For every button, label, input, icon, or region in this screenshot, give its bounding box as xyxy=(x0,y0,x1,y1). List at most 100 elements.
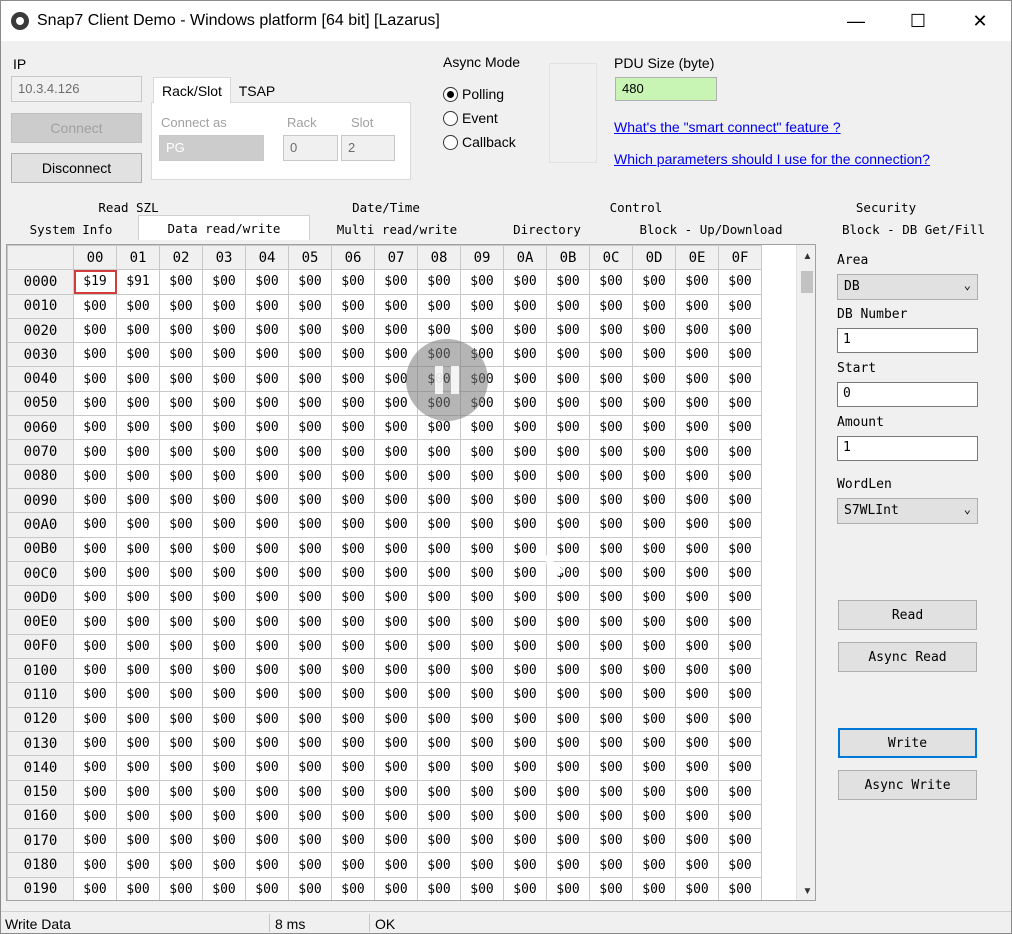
hex-cell[interactable]: $00 xyxy=(116,755,160,781)
area-select[interactable]: DB ⌄ xyxy=(837,274,978,300)
hex-cell[interactable]: $00 xyxy=(73,755,117,781)
hex-cell[interactable]: $00 xyxy=(288,560,332,587)
hex-cell[interactable]: $00 xyxy=(245,706,289,732)
hex-cell[interactable]: $00 xyxy=(718,463,762,489)
hex-cell[interactable]: $00 xyxy=(374,755,418,781)
hex-cell[interactable]: $00 xyxy=(589,439,633,465)
hex-cell[interactable]: $00 xyxy=(245,415,289,441)
hex-cell[interactable]: $00 xyxy=(374,779,418,805)
hex-cell[interactable]: $00 xyxy=(288,342,332,368)
hex-cell[interactable]: $00 xyxy=(73,342,117,368)
hex-cell[interactable]: $00 xyxy=(116,585,160,611)
hex-cell[interactable]: $00 xyxy=(245,852,289,878)
hex-cell[interactable]: $00 xyxy=(632,755,676,781)
hex-cell[interactable]: $00 xyxy=(632,682,676,708)
hex-cell[interactable]: $00 xyxy=(589,536,633,562)
hex-cell[interactable]: $00 xyxy=(374,803,418,830)
hex-cell[interactable]: $00 xyxy=(73,658,117,684)
hex-cell[interactable]: $00 xyxy=(460,269,504,295)
hex-cell[interactable]: $00 xyxy=(202,585,246,611)
tab-date-time[interactable]: Date/Time xyxy=(316,196,456,218)
hex-cell[interactable]: $00 xyxy=(460,852,504,878)
tab-directory[interactable]: Directory xyxy=(496,218,598,240)
hex-cell[interactable]: $00 xyxy=(374,682,418,708)
hex-cell[interactable]: $00 xyxy=(546,585,590,611)
hex-cell[interactable]: $00 xyxy=(202,269,246,295)
hex-cell[interactable]: $00 xyxy=(202,317,246,344)
data-grid[interactable]: 00 01 02 03 04 05 06 07 08 09 0A 0B 0C 0D 0E 0F 0000 $19… xyxy=(6,244,816,901)
hex-cell[interactable]: $00 xyxy=(589,269,633,295)
hex-cell[interactable]: $00 xyxy=(245,342,289,368)
hex-cell[interactable]: $00 xyxy=(632,852,676,878)
hex-cell[interactable]: $00 xyxy=(503,609,547,635)
hex-cell[interactable]: $00 xyxy=(675,609,719,635)
hex-cell[interactable]: $00 xyxy=(159,390,203,417)
hex-cell[interactable]: $00 xyxy=(589,779,633,805)
hex-cell[interactable]: $00 xyxy=(73,730,117,757)
hex-cell[interactable]: $00 xyxy=(589,876,633,900)
hex-cell[interactable]: $00 xyxy=(632,560,676,587)
hex-cell[interactable]: $00 xyxy=(417,803,461,830)
hex-cell[interactable]: $00 xyxy=(374,706,418,732)
read-button[interactable]: Read xyxy=(838,600,977,630)
hex-cell[interactable]: $00 xyxy=(675,852,719,878)
hex-cell[interactable]: $00 xyxy=(632,439,676,465)
hex-cell[interactable]: $00 xyxy=(374,658,418,684)
hex-cell[interactable]: $00 xyxy=(632,269,676,295)
hex-cell[interactable]: $00 xyxy=(589,633,633,660)
hex-cell[interactable]: $00 xyxy=(718,366,762,392)
hex-cell[interactable]: $00 xyxy=(288,366,332,392)
hex-cell[interactable]: $00 xyxy=(417,609,461,635)
hex-cell[interactable]: $00 xyxy=(288,803,332,830)
hex-cell[interactable]: $00 xyxy=(245,269,289,295)
hex-cell[interactable]: $00 xyxy=(546,512,590,538)
hex-cell[interactable]: $00 xyxy=(718,828,762,854)
hex-cell[interactable]: $00 xyxy=(245,682,289,708)
hex-cell[interactable]: $00 xyxy=(159,803,203,830)
hex-cell[interactable]: $00 xyxy=(460,682,504,708)
hex-cell[interactable]: $00 xyxy=(245,803,289,830)
hex-cell[interactable]: $00 xyxy=(245,536,289,562)
hex-cell[interactable]: $00 xyxy=(546,415,590,441)
hex-cell[interactable]: $00 xyxy=(632,779,676,805)
hex-cell[interactable]: $00 xyxy=(73,609,117,635)
hex-cell[interactable]: $00 xyxy=(159,585,203,611)
hex-cell[interactable]: $00 xyxy=(460,658,504,684)
hex-cell[interactable]: $00 xyxy=(546,876,590,900)
hex-cell[interactable]: $00 xyxy=(718,487,762,514)
hex-cell[interactable]: $00 xyxy=(116,487,160,514)
hex-cell[interactable]: $00 xyxy=(374,317,418,344)
hex-cell[interactable]: $00 xyxy=(116,390,160,417)
hex-cell[interactable]: $00 xyxy=(546,293,590,319)
hex-cell[interactable]: $19 xyxy=(73,269,117,295)
hex-cell[interactable]: $00 xyxy=(718,876,762,900)
hex-cell[interactable]: $00 xyxy=(116,512,160,538)
hex-cell[interactable]: $00 xyxy=(159,415,203,441)
hex-cell[interactable]: $00 xyxy=(159,269,203,295)
hex-cell[interactable]: $00 xyxy=(331,342,375,368)
hex-cell[interactable]: $00 xyxy=(159,633,203,660)
hex-cell[interactable]: $00 xyxy=(245,779,289,805)
hex-cell[interactable]: $00 xyxy=(288,828,332,854)
hex-cell[interactable]: $00 xyxy=(503,293,547,319)
hex-cell[interactable]: $00 xyxy=(202,366,246,392)
tab-block-db-get-fill[interactable]: Block - DB Get/Fill xyxy=(826,218,1001,240)
hex-cell[interactable]: $00 xyxy=(460,730,504,757)
hex-cell[interactable]: $00 xyxy=(331,439,375,465)
hex-cell[interactable]: $00 xyxy=(202,609,246,635)
hex-cell[interactable]: $00 xyxy=(417,293,461,319)
hex-cell[interactable]: $00 xyxy=(546,779,590,805)
event-radio[interactable]: Event xyxy=(443,110,498,126)
hex-cell[interactable]: $00 xyxy=(374,269,418,295)
hex-cell[interactable]: $00 xyxy=(417,658,461,684)
hex-cell[interactable]: $00 xyxy=(331,390,375,417)
hex-cell[interactable]: $00 xyxy=(718,536,762,562)
hex-cell[interactable]: $00 xyxy=(288,317,332,344)
hex-cell[interactable]: $00 xyxy=(589,560,633,587)
tab-rack-slot[interactable]: Rack/Slot xyxy=(153,77,231,103)
hex-cell[interactable]: $00 xyxy=(245,463,289,489)
hex-cell[interactable]: $00 xyxy=(417,585,461,611)
hex-cell[interactable]: $00 xyxy=(417,439,461,465)
hex-cell[interactable]: $00 xyxy=(589,487,633,514)
callback-radio[interactable]: Callback xyxy=(443,134,516,150)
